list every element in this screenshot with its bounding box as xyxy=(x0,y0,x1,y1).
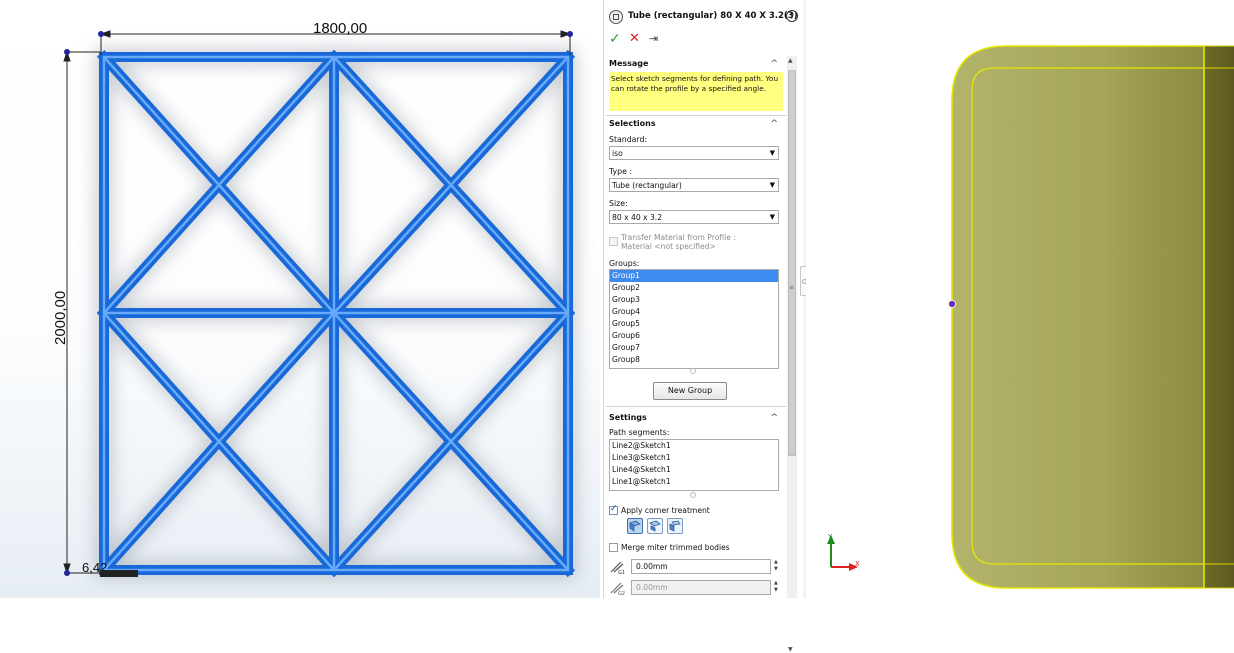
help-icon[interactable]: ? xyxy=(786,10,798,22)
settings-heading: Settings xyxy=(609,413,647,422)
list-item[interactable]: Group7 xyxy=(610,342,778,354)
standard-select[interactable]: iso ▼ xyxy=(609,146,779,160)
property-manager-header: Tube (rectangular) 80 X 40 X 3.2(3) ? xyxy=(609,10,804,28)
list-item[interactable]: Group6 xyxy=(610,330,778,342)
list-item[interactable]: Line3@Sketch1 xyxy=(610,452,778,464)
groups-label: Groups: xyxy=(609,259,640,268)
list-item[interactable]: Group2 xyxy=(610,282,778,294)
dropdown-arrow-icon[interactable]: ▼ xyxy=(770,211,775,224)
list-item[interactable]: Line1@Sketch1 xyxy=(610,476,778,488)
frame-structure-drawing[interactable]: 1800,00 2000,00 6,42 xyxy=(0,0,600,598)
divider xyxy=(606,406,786,407)
gap-2-row: G2 0.00mm ▲ ▼ xyxy=(609,580,779,597)
gap-1-icon: G1 xyxy=(609,559,625,576)
tube-outer-profile xyxy=(951,45,1205,589)
height-dimension-value[interactable]: 2000,00 xyxy=(52,291,69,345)
height-dimension[interactable] xyxy=(63,49,100,576)
gap-1-row: G1 0.00mm ▲ ▼ xyxy=(609,559,781,576)
ok-button[interactable]: ✓ xyxy=(609,31,621,47)
transfer-material-label: Transfer Material from Profile : xyxy=(621,233,736,242)
message-section-header[interactable]: Message ^ xyxy=(609,59,784,73)
standard-value: iso xyxy=(612,149,623,158)
gap-2-input: 0.00mm xyxy=(631,580,771,595)
width-dimension-value[interactable]: 1800,00 xyxy=(313,20,367,37)
list-item[interactable]: Line2@Sketch1 xyxy=(610,440,778,452)
apply-corner-label: Apply corner treatment xyxy=(621,506,710,515)
path-segments-label: Path segments: xyxy=(609,428,670,437)
pierce-point-marker[interactable] xyxy=(948,300,956,308)
type-value: Tube (rectangular) xyxy=(612,181,682,190)
dropdown-arrow-icon[interactable]: ▼ xyxy=(770,147,775,160)
scrollbar-thumb[interactable] xyxy=(788,70,796,456)
panel-scrollbar[interactable]: ▲ ≡ ▼ xyxy=(787,56,797,653)
transfer-material-sub: Material <not specified> xyxy=(621,242,716,251)
size-label: Size: xyxy=(609,199,628,208)
resize-grip-icon[interactable] xyxy=(690,368,696,374)
selections-section-header[interactable]: Selections ^ xyxy=(609,119,784,133)
list-item[interactable]: Group3 xyxy=(610,294,778,306)
svg-text:G1: G1 xyxy=(618,570,625,575)
feature-title: Tube (rectangular) 80 X 40 X 3.2(3) xyxy=(628,11,798,21)
groups-list[interactable]: Group1 Group2 Group3 Group4 Group5 Group… xyxy=(609,269,779,369)
collapse-caret-icon[interactable]: ^ xyxy=(770,413,778,423)
scroll-up-icon[interactable]: ▲ xyxy=(788,57,793,64)
structural-member-icon xyxy=(609,10,623,24)
x-axis-label: X xyxy=(855,560,860,568)
gap-2-spinner: ▲ ▼ xyxy=(774,580,778,593)
frame-sketch-viewport[interactable]: 1800,00 2000,00 6,42 xyxy=(0,0,600,598)
standard-label: Standard: xyxy=(609,135,648,144)
resize-grip-icon[interactable] xyxy=(690,492,696,498)
gap-1-spinner[interactable]: ▲ ▼ xyxy=(774,559,781,574)
type-select[interactable]: Tube (rectangular) ▼ xyxy=(609,178,779,192)
size-select[interactable]: 80 x 40 x 3.2 ▼ xyxy=(609,210,779,224)
list-item[interactable]: Group4 xyxy=(610,306,778,318)
property-manager-panel: Tube (rectangular) 80 X 40 X 3.2(3) ? ✓ … xyxy=(603,0,804,653)
list-item[interactable]: Group5 xyxy=(610,318,778,330)
end-butt1-button[interactable] xyxy=(647,518,663,534)
collapse-caret-icon[interactable]: ^ xyxy=(770,119,778,129)
scrollbar-grip-icon: ≡ xyxy=(789,284,795,291)
cancel-button[interactable]: ✕ xyxy=(629,31,640,47)
y-axis-label: Y xyxy=(828,533,833,541)
merge-miter-checkbox[interactable] xyxy=(609,543,618,552)
size-value: 80 x 40 x 3.2 xyxy=(612,213,663,222)
selections-heading: Selections xyxy=(609,119,656,128)
type-label: Type : xyxy=(609,167,633,176)
divider xyxy=(606,115,786,116)
property-manager-content: Message ^ Select sketch segments for def… xyxy=(604,53,786,598)
message-text: Select sketch segments for defining path… xyxy=(609,72,783,111)
gap-2-icon: G2 xyxy=(609,580,625,597)
path-segments-list[interactable]: Line2@Sketch1 Line3@Sketch1 Line4@Sketch… xyxy=(609,439,779,491)
scroll-down-icon[interactable]: ▼ xyxy=(788,646,793,653)
merge-miter-label: Merge miter trimmed bodies xyxy=(621,543,730,552)
gap-1-input[interactable]: 0.00mm xyxy=(631,559,771,574)
list-item[interactable]: Group8 xyxy=(610,354,778,366)
svg-text:G2: G2 xyxy=(618,591,625,596)
dropdown-arrow-icon[interactable]: ▼ xyxy=(770,179,775,192)
message-heading: Message xyxy=(609,59,649,68)
end-butt2-button[interactable] xyxy=(667,518,683,534)
tube-side-face xyxy=(1204,46,1234,588)
new-group-button[interactable]: New Group xyxy=(653,382,727,400)
pin-icon[interactable]: ⇥ xyxy=(649,32,658,46)
end-miter-button[interactable] xyxy=(627,518,643,534)
collapse-caret-icon[interactable]: ^ xyxy=(770,59,778,69)
profile-preview-viewport[interactable]: X Y xyxy=(806,0,1234,598)
settings-section-header[interactable]: Settings ^ xyxy=(609,413,784,427)
list-item[interactable]: Group1 xyxy=(610,270,778,282)
profile-preview-drawing[interactable] xyxy=(806,0,1234,598)
transfer-material-checkbox[interactable] xyxy=(609,237,618,246)
list-item[interactable]: Line4@Sketch1 xyxy=(610,464,778,476)
apply-corner-checkbox[interactable] xyxy=(609,504,618,515)
overlapping-dimension-text xyxy=(100,570,138,577)
